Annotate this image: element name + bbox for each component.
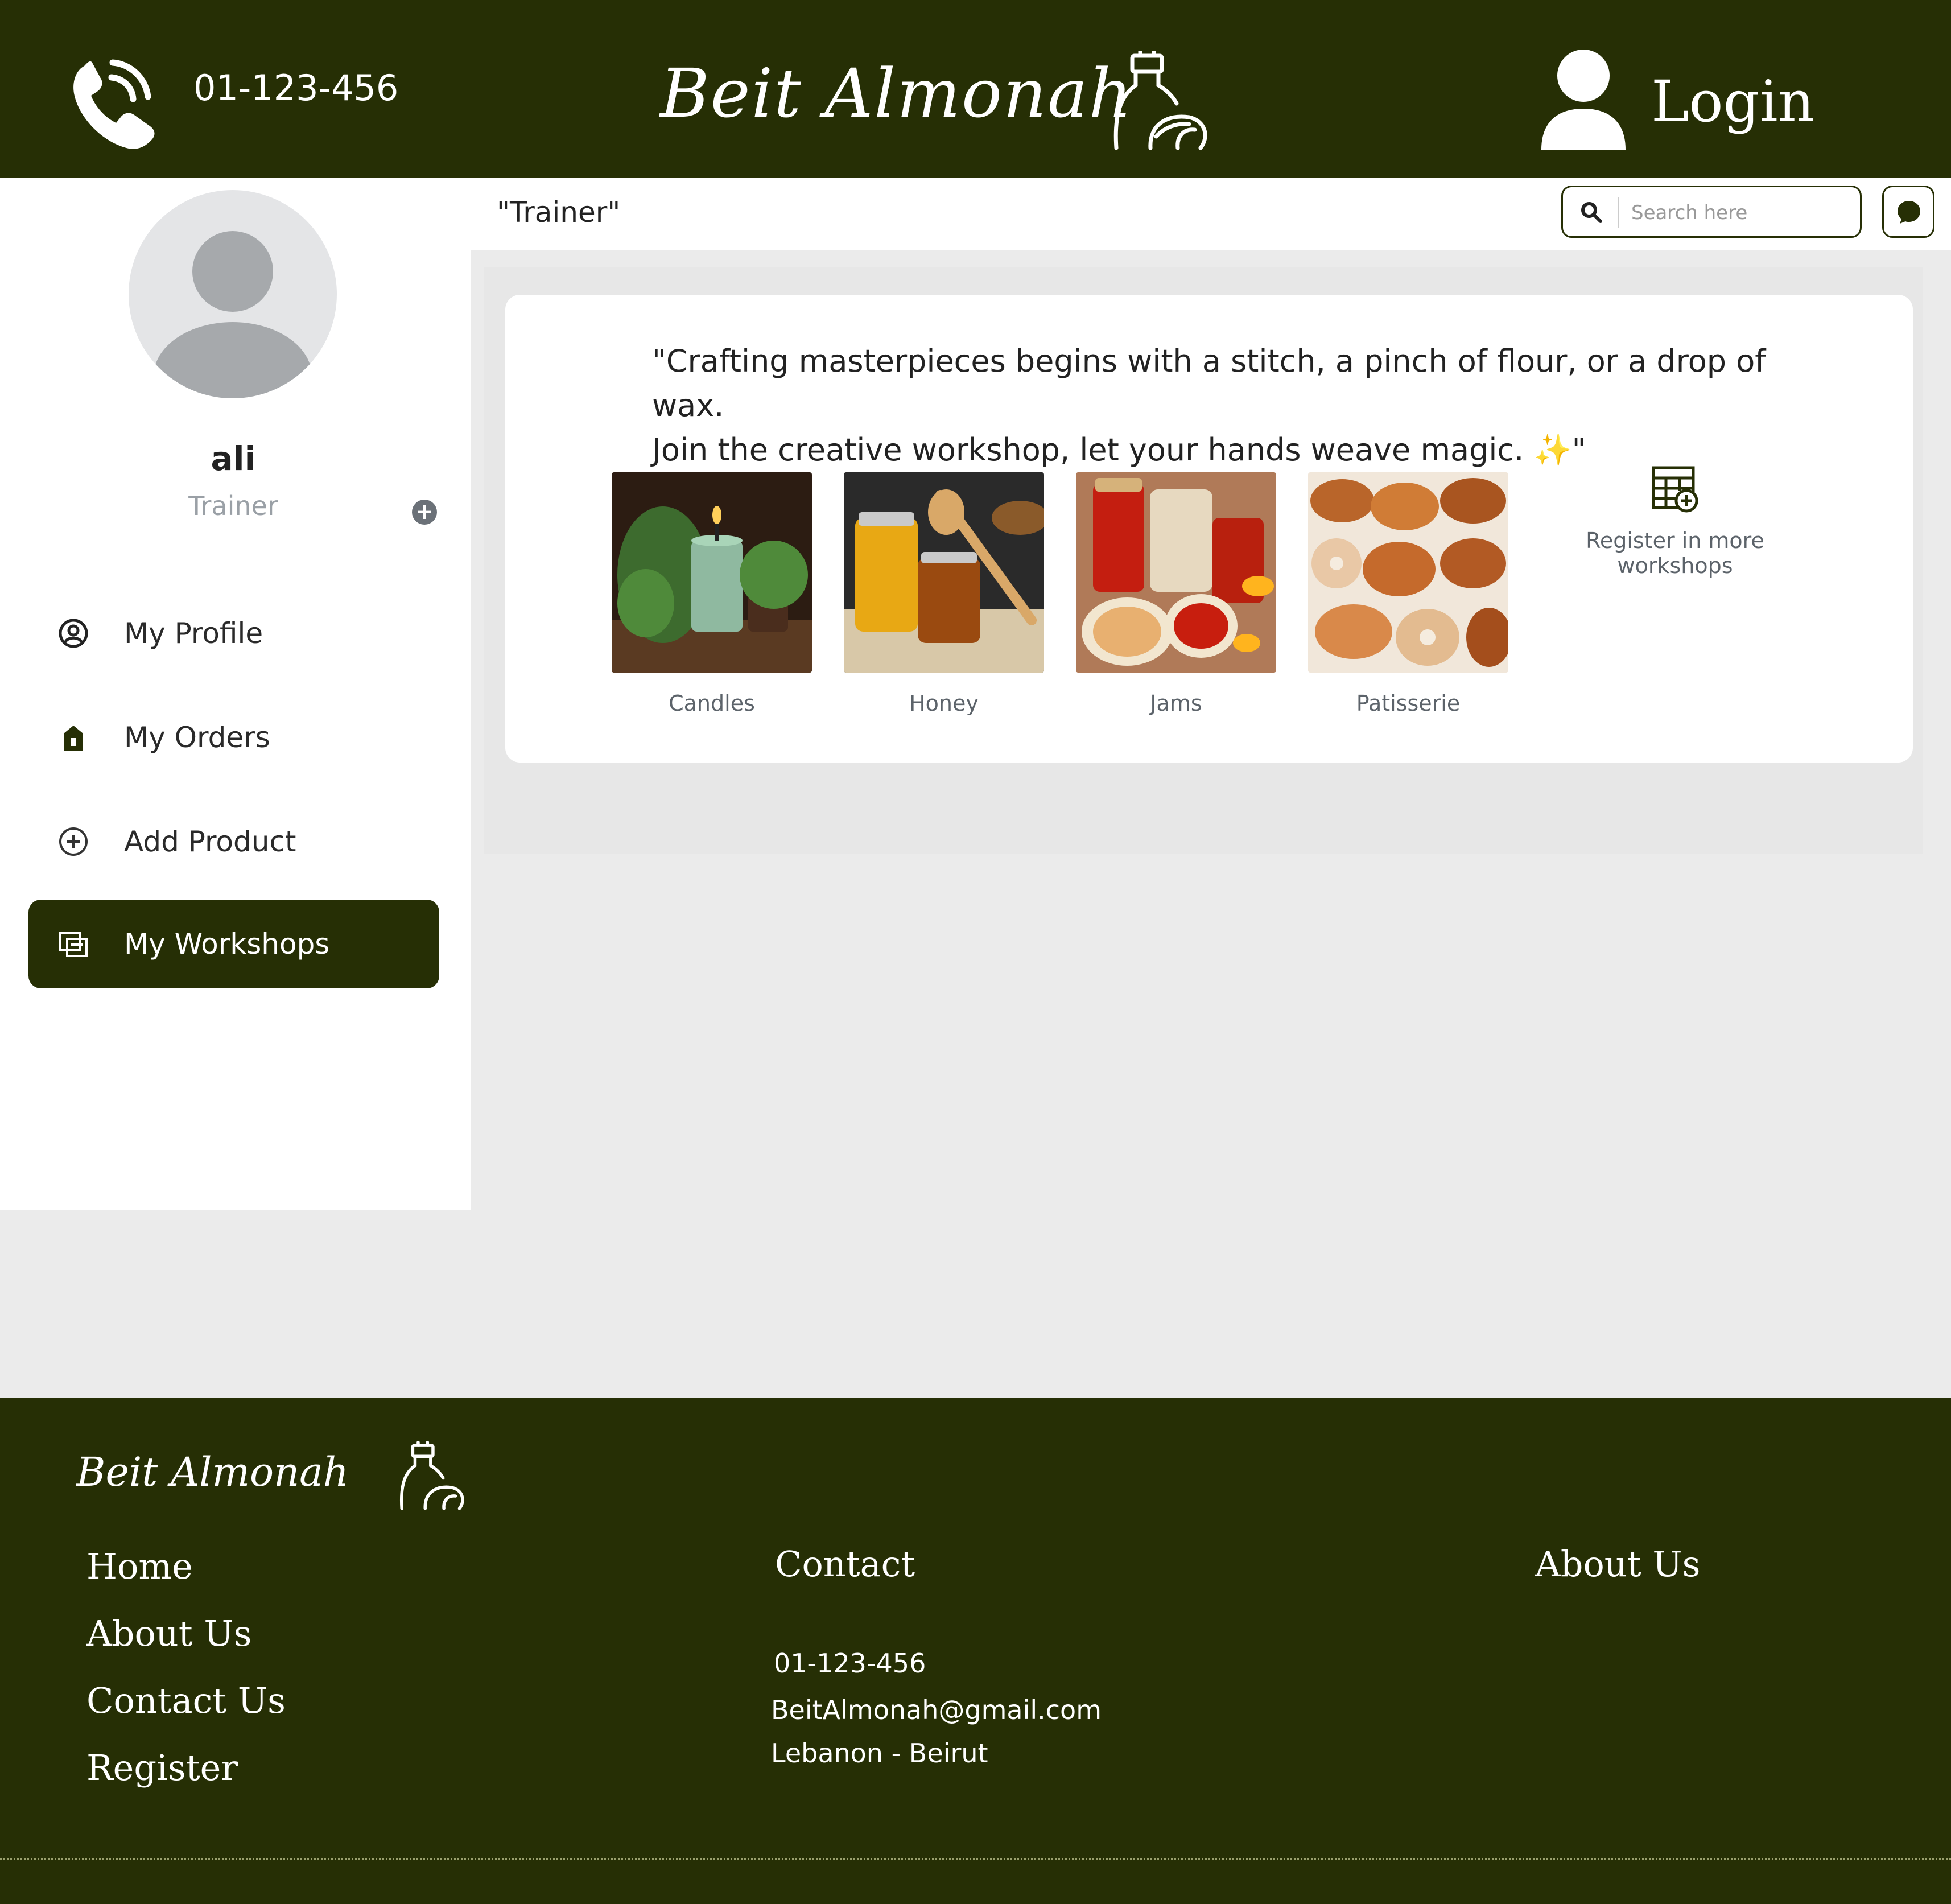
workshop-label: Jams xyxy=(1150,691,1202,716)
sidebar-item-my-orders[interactable]: My Orders xyxy=(28,693,439,782)
footer-phone: 01-123-456 xyxy=(774,1648,926,1679)
plus-circle-icon xyxy=(59,827,88,856)
chat-icon xyxy=(1898,201,1920,224)
footer: Beit Almonah Home About Us Contact Us Re… xyxy=(0,1398,1951,1904)
avatar xyxy=(129,190,337,398)
user-icon[interactable] xyxy=(1539,48,1627,151)
footer-contact-heading: Contact xyxy=(775,1543,915,1585)
workshop-label: Candles xyxy=(669,691,755,716)
footer-link-register[interactable]: Register xyxy=(86,1747,238,1788)
sidebar: ali Trainer + My Profile My Orders Add P… xyxy=(0,178,471,1210)
workshops-card: "Crafting masterpieces begins with a sti… xyxy=(505,295,1913,763)
workshop-honey[interactable]: Honey xyxy=(844,472,1044,716)
register-more-label: Register in more workshops xyxy=(1586,528,1764,578)
quote-text: "Crafting masterpieces begins with a sti… xyxy=(652,343,1766,468)
workshop-label: Patisserie xyxy=(1356,691,1461,716)
footer-divider xyxy=(0,1858,1951,1860)
footer-brand[interactable]: Beit Almonah xyxy=(76,1449,349,1495)
add-role-icon[interactable]: + xyxy=(412,500,437,525)
sidebar-item-add-product[interactable]: Add Product xyxy=(28,797,439,886)
footer-link-about[interactable]: About Us xyxy=(86,1613,251,1654)
content-header: "Trainer" xyxy=(471,178,1951,250)
footer-about-heading: About Us xyxy=(1535,1543,1701,1585)
honey-image[interactable] xyxy=(844,472,1044,673)
search-box[interactable] xyxy=(1561,186,1862,238)
sidebar-item-my-workshops[interactable]: My Workshops xyxy=(28,900,439,988)
profile-role: Trainer xyxy=(188,491,278,521)
search-icon[interactable] xyxy=(1580,201,1603,224)
candles-image[interactable] xyxy=(612,472,812,673)
sidebar-item-label: My Workshops xyxy=(124,928,330,961)
top-header: 01-123-456 Beit Almonah Login xyxy=(0,0,1951,178)
footer-link-home[interactable]: Home xyxy=(86,1546,193,1587)
footer-email[interactable]: BeitAlmonah@gmail.com xyxy=(771,1695,1102,1725)
page-title: "Trainer" xyxy=(497,196,621,229)
footer-link-contact[interactable]: Contact Us xyxy=(86,1680,286,1721)
workshop-label: Honey xyxy=(909,691,979,716)
register-more-workshops[interactable]: Register in more workshops xyxy=(1538,465,1812,578)
chat-button[interactable] xyxy=(1882,186,1934,238)
jar-leaf-logo-icon xyxy=(1113,51,1207,150)
bag-icon xyxy=(64,726,83,751)
sidebar-item-label: Add Product xyxy=(124,825,296,858)
sidebar-item-label: My Orders xyxy=(124,721,270,754)
workshop-jams[interactable]: Jams xyxy=(1076,472,1276,716)
header-phone: 01-123-456 xyxy=(193,67,399,109)
workshop-icon xyxy=(59,932,88,957)
sidebar-item-label: My Profile xyxy=(124,617,263,650)
patisserie-image[interactable] xyxy=(1308,472,1508,673)
workshop-candles[interactable]: Candles xyxy=(612,472,812,716)
profile-name: ali xyxy=(211,439,256,478)
search-input[interactable] xyxy=(1631,196,1847,229)
jams-image[interactable] xyxy=(1076,472,1276,673)
workshop-patisserie[interactable]: Patisserie xyxy=(1308,472,1508,716)
brand-logo-text[interactable]: Beit Almonah xyxy=(660,54,1133,133)
footer-address: Lebanon - Beirut xyxy=(771,1738,988,1769)
sidebar-item-my-profile[interactable]: My Profile xyxy=(28,589,439,678)
phone-icon xyxy=(73,59,155,149)
login-link[interactable]: Login xyxy=(1651,68,1814,135)
table-add-icon xyxy=(1652,466,1698,513)
user-circle-icon xyxy=(59,619,88,648)
jar-leaf-logo-icon xyxy=(399,1441,464,1510)
